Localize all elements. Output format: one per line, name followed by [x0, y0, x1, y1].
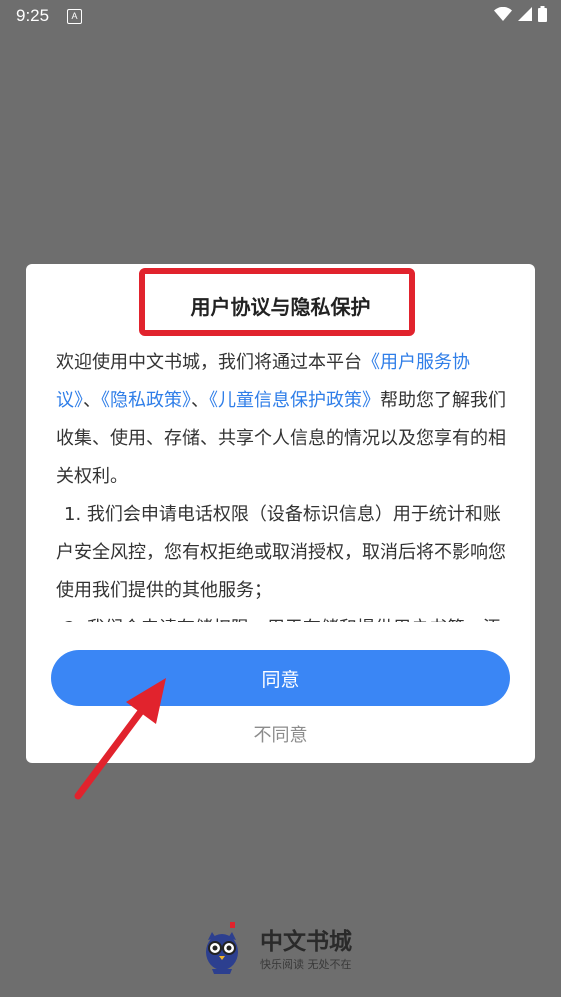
intro-text: 欢迎使用中文书城，我们将通过本平台: [56, 352, 362, 373]
battery-icon: [538, 6, 547, 22]
signal-icon: [518, 7, 532, 21]
arrow-annotation-icon: [74, 678, 166, 800]
separator: 、: [83, 390, 101, 411]
status-time: 9:25: [16, 6, 50, 25]
dialog-content[interactable]: 欢迎使用中文书城，我们将通过本平台《用户服务协议》、《隐私政策》、《儿童信息保护…: [56, 344, 506, 622]
system-icons: [494, 6, 547, 22]
a-notification-icon: A: [67, 9, 82, 24]
privacy-policy-link[interactable]: 《隐私政策》: [101, 390, 191, 411]
status-bar: 9:25 A: [0, 0, 561, 34]
permission-item-storage: 2. 我们会申请存储权限，用于存储和提供用户书籍、添加: [56, 610, 506, 622]
brand-name: 中文书城: [260, 929, 352, 955]
brand-slogan: 快乐阅读 无处不在: [260, 958, 352, 971]
intro-paragraph: 欢迎使用中文书城，我们将通过本平台《用户服务协议》、《隐私政策》、《儿童信息保护…: [56, 344, 506, 496]
child-privacy-policy-link[interactable]: 《儿童信息保护政策》: [209, 390, 380, 411]
owl-mascot-icon: [206, 922, 238, 974]
brand-footer: 中文书城 快乐阅读 无处不在: [200, 920, 380, 976]
wifi-icon: [494, 7, 512, 21]
dialog-title: 用户协议与隐私保护: [190, 295, 371, 319]
separator: 、: [191, 390, 209, 411]
permission-item-phone: 1. 我们会申请电话权限（设备标识信息）用于统计和账户安全风控，您有权拒绝或取消…: [56, 504, 506, 601]
